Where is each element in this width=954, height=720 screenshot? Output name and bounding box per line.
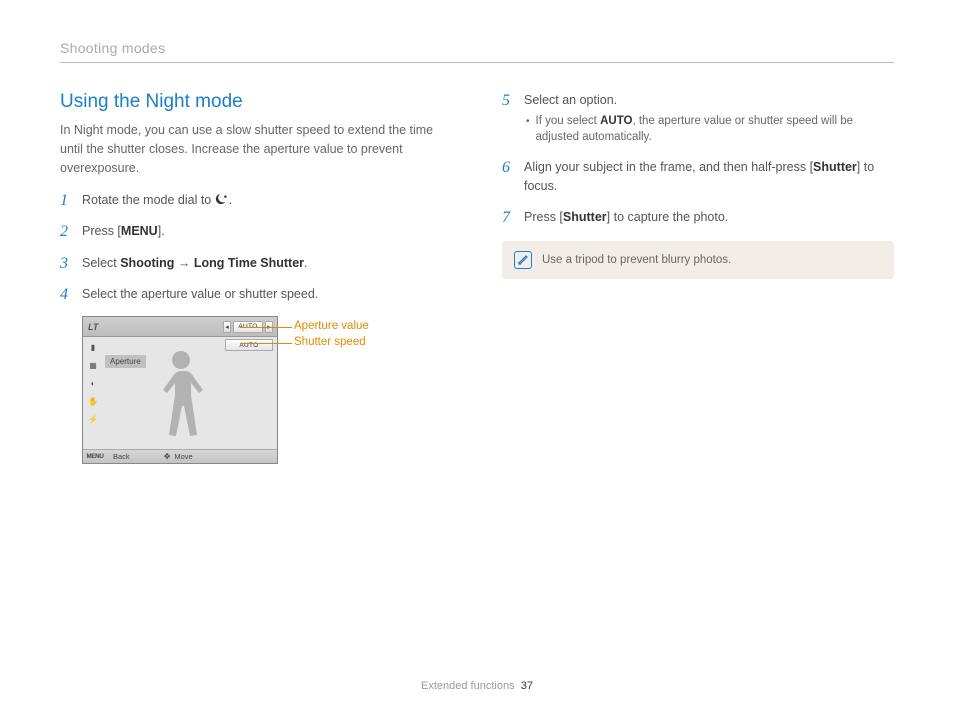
step-number: 2 [60, 222, 74, 241]
step-text: Press [ [82, 224, 121, 238]
shutter-label: Shutter [563, 210, 607, 224]
step-text-end: ]. [158, 224, 165, 238]
step-number: 3 [60, 254, 74, 273]
step-text: Press [ [524, 210, 563, 224]
shutter-selector: AUTO [225, 339, 273, 351]
breadcrumb-header: Shooting modes [60, 40, 894, 63]
menu-path-2: Long Time Shutter [194, 256, 304, 270]
step-1: 1 Rotate the mode dial to . [60, 191, 452, 210]
auto-chip: AUTO [225, 339, 273, 351]
bullet-icon: • [526, 115, 530, 146]
step-5-sub: • If you select AUTO, the aperture value… [526, 113, 894, 146]
aperture-label: Aperture [105, 355, 146, 368]
timer-icon: ◐ [86, 377, 100, 389]
step-2: 2 Press [MENU]. [60, 222, 452, 241]
step-number: 5 [502, 91, 516, 110]
menu-path-1: Shooting [120, 256, 174, 270]
lcd-bottombar: MENU Back ✥ Move [83, 449, 277, 463]
step-5: 5 Select an option. • If you select AUTO… [502, 91, 894, 146]
note-text: Use a tripod to prevent blurry photos. [542, 254, 731, 266]
step-number: 7 [502, 208, 516, 227]
back-label: Back [107, 452, 136, 461]
step-number: 6 [502, 158, 516, 177]
step-3: 3 Select Shooting → Long Time Shutter. [60, 254, 452, 273]
arrow: → [174, 256, 193, 270]
step-text-end: . [304, 256, 307, 270]
menu-label: MENU [121, 224, 158, 238]
menu-button-label: MENU [83, 453, 107, 460]
step-text: Select the aperture value or shutter spe… [82, 285, 452, 304]
footer-section: Extended functions [421, 680, 515, 692]
lcd-screenshot: LT ◂ AUTO ▸ AUTO ▮ ▦ ◐ ✋ ⚡ Ap [82, 316, 422, 476]
step-number: 1 [60, 191, 74, 210]
step-text-end: . [229, 193, 232, 207]
step-6: 6 Align your subject in the frame, and t… [502, 158, 894, 196]
section-title: Using the Night mode [60, 91, 452, 113]
step-number: 4 [60, 285, 74, 304]
size-icon: ▮ [86, 341, 100, 353]
step-text: Select an option. [524, 91, 894, 110]
move-icon: ✥ [164, 452, 171, 461]
flash-off-icon: ⚡ [86, 413, 100, 425]
hand-icon: ✋ [86, 395, 100, 407]
callout-line [240, 327, 292, 328]
right-column: 5 Select an option. • If you select AUTO… [502, 91, 894, 476]
page-number: 37 [521, 680, 533, 692]
tip-note: Use a tripod to prevent blurry photos. [502, 241, 894, 279]
shutter-label: Shutter [813, 160, 857, 174]
note-icon [514, 251, 532, 269]
intro-text: In Night mode, you can use a slow shutte… [60, 121, 452, 177]
sub-text: If you select [536, 115, 601, 127]
person-silhouette-icon [151, 347, 211, 451]
step-text: Rotate the mode dial to [82, 193, 215, 207]
callout-line [240, 343, 292, 344]
lcd-side-icons: ▮ ▦ ◐ ✋ ⚡ [83, 337, 103, 425]
step-7: 7 Press [Shutter] to capture the photo. [502, 208, 894, 227]
callout-shutter: Shutter speed [294, 336, 366, 348]
step-text: Align your subject in the frame, and the… [524, 160, 813, 174]
moon-star-icon [215, 193, 229, 205]
auto-label: AUTO [600, 115, 632, 127]
grid-icon: ▦ [86, 359, 100, 371]
mode-badge: LT [83, 322, 103, 332]
camera-lcd: LT ◂ AUTO ▸ AUTO ▮ ▦ ◐ ✋ ⚡ Ap [82, 316, 278, 464]
step-text: Select [82, 256, 120, 270]
callout-aperture: Aperture value [294, 320, 369, 332]
move-label: Move [174, 452, 192, 461]
left-column: Using the Night mode In Night mode, you … [60, 91, 452, 476]
left-arrow-icon: ◂ [223, 321, 231, 333]
page-footer: Extended functions 37 [0, 680, 954, 692]
content-columns: Using the Night mode In Night mode, you … [60, 91, 894, 476]
step-text-end: ] to capture the photo. [607, 210, 729, 224]
step-4: 4 Select the aperture value or shutter s… [60, 285, 452, 304]
